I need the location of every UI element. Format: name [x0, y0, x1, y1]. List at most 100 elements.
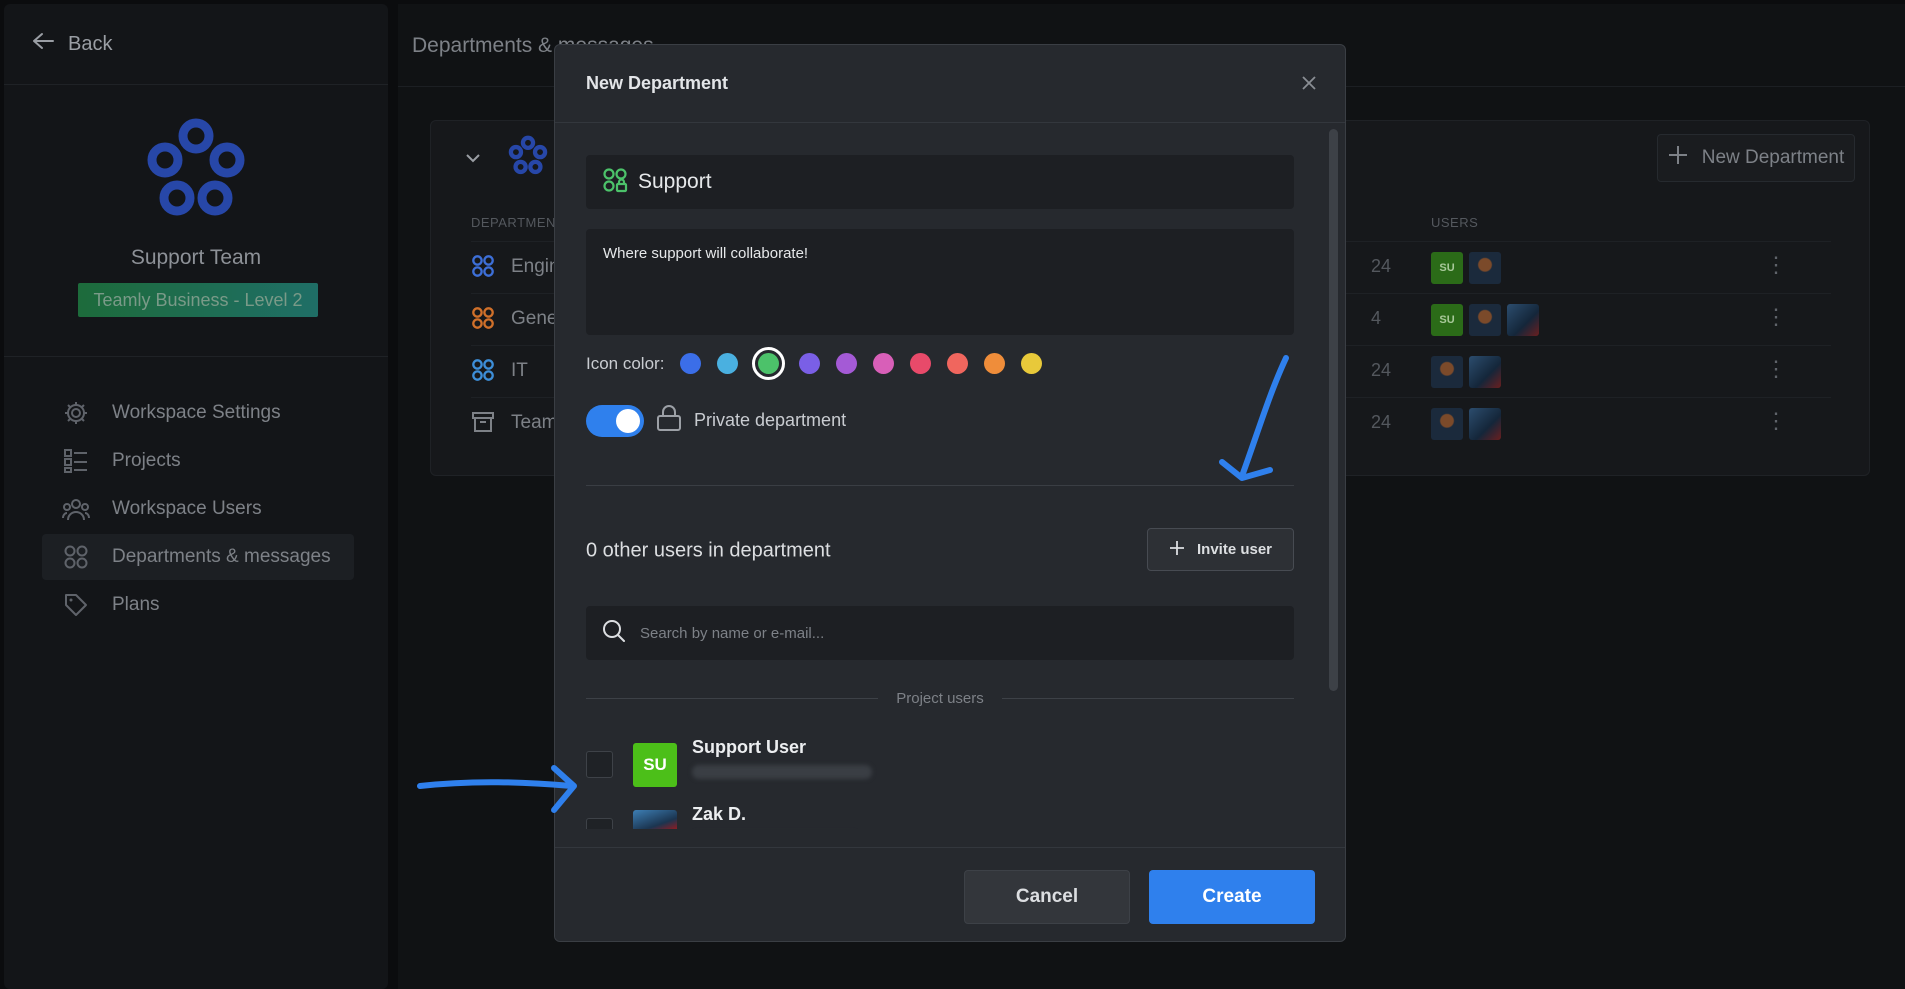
department-icon: [471, 358, 495, 387]
color-swatch-blue[interactable]: [680, 353, 702, 374]
departments-icon: [62, 543, 90, 571]
more-icon[interactable]: ⋮: [1765, 408, 1787, 434]
department-icon: [471, 306, 495, 335]
project-users-header: Project users: [586, 690, 1294, 707]
department-users: SU: [1431, 252, 1501, 284]
create-button[interactable]: Create: [1149, 870, 1315, 924]
department-date: 24: [1371, 256, 1392, 276]
color-swatch-yellow[interactable]: [1021, 353, 1043, 374]
invite-user-label: Invite user: [1196, 541, 1273, 558]
department-users: [1431, 356, 1501, 388]
department-name: IT: [511, 360, 528, 381]
gear-icon: [62, 399, 90, 427]
sidebar-item-workspace-settings[interactable]: Workspace Settings: [42, 390, 354, 436]
color-swatch-orange[interactable]: [984, 353, 1006, 374]
avatar: [1431, 408, 1463, 440]
department-date: 24: [1371, 360, 1392, 380]
department-date: 4: [1371, 308, 1382, 328]
sidebar-nav: Workspace Settings Projects Workspace Us…: [42, 390, 354, 630]
private-department-label: Private department: [694, 410, 847, 430]
avatar: [1469, 252, 1501, 284]
new-department-modal: New Department Support Where support wil…: [554, 44, 1346, 942]
color-swatch-purple[interactable]: [836, 353, 858, 374]
user-name: Support User: [692, 737, 807, 757]
modal-footer: Cancel Create: [555, 847, 1345, 941]
users-icon: [62, 495, 90, 523]
sidebar-item-label: Workspace Settings: [112, 402, 281, 423]
department-icon: [471, 254, 495, 283]
back-label: Back: [68, 32, 113, 55]
avatar: [1431, 356, 1463, 388]
modal-body: Support Where support will collaborate! …: [586, 123, 1294, 829]
avatar: [1469, 304, 1501, 336]
avatar: SU: [1431, 304, 1463, 336]
chevron-down-icon[interactable]: [465, 147, 481, 168]
search-icon: [602, 619, 626, 648]
sidebar-item-label: Plans: [112, 594, 160, 615]
project-users-label: Project users: [896, 690, 984, 707]
divider: [1001, 698, 1294, 699]
more-icon[interactable]: ⋮: [1765, 304, 1787, 330]
close-icon[interactable]: [1295, 69, 1323, 97]
column-header-department: DEPARTMENT: [471, 215, 565, 230]
department-icon: [602, 167, 628, 198]
sidebar-item-workspace-users[interactable]: Workspace Users: [42, 486, 354, 532]
color-swatch-green-selected[interactable]: [752, 347, 786, 380]
department-name-field[interactable]: Support: [586, 155, 1294, 209]
color-swatch-red[interactable]: [947, 353, 969, 374]
color-swatch-rose[interactable]: [910, 353, 932, 374]
divider: [586, 485, 1294, 486]
lock-icon: [656, 404, 682, 437]
department-users: SU: [1431, 304, 1539, 336]
divider: [586, 698, 879, 699]
arrow-left-icon: [32, 32, 54, 56]
tag-icon: [62, 591, 90, 619]
back-button[interactable]: Back: [32, 32, 112, 56]
icon-color-label: Icon color:: [586, 353, 665, 373]
color-swatch-indigo[interactable]: [799, 353, 821, 374]
more-icon[interactable]: ⋮: [1765, 252, 1787, 278]
department-name: Team: [511, 412, 558, 433]
invite-user-button[interactable]: Invite user: [1147, 528, 1294, 571]
column-header-users: USERS: [1431, 215, 1479, 230]
avatar: SU: [633, 743, 677, 787]
modal-scrollbar[interactable]: [1329, 129, 1338, 691]
user-checkbox[interactable]: [586, 818, 613, 829]
color-swatch-light-blue[interactable]: [717, 353, 739, 374]
workspace-name: Support Team: [130, 246, 262, 269]
archive-icon: [471, 410, 495, 439]
plus-icon: [1668, 145, 1688, 171]
more-icon[interactable]: ⋮: [1765, 356, 1787, 382]
avatar: [1469, 356, 1501, 388]
avatar: [1507, 304, 1539, 336]
sidebar-item-label: Workspace Users: [112, 498, 262, 519]
sidebar-item-departments[interactable]: Departments & messages: [42, 534, 354, 580]
projects-icon: [62, 447, 90, 475]
modal-title: New Department: [586, 73, 729, 93]
user-row[interactable]: SU Support User: [586, 737, 1294, 787]
plan-badge: Teamly Business - Level 2: [78, 283, 318, 317]
sidebar-item-label: Departments & messages: [112, 546, 331, 567]
cancel-button[interactable]: Cancel: [964, 870, 1130, 924]
divider: [4, 84, 388, 85]
avatar: [1469, 408, 1501, 440]
department-description-field[interactable]: Where support will collaborate!: [586, 229, 1294, 335]
new-department-button[interactable]: New Department: [1657, 134, 1855, 182]
user-email-blurred: [692, 765, 872, 779]
sidebar-item-projects[interactable]: Projects: [42, 438, 354, 484]
workspace-logo: [142, 116, 250, 229]
avatar: [633, 810, 677, 829]
plus-icon: [1169, 540, 1185, 560]
divider: [4, 356, 388, 357]
sidebar-item-plans[interactable]: Plans: [42, 582, 354, 628]
user-row[interactable]: Zak D.: [586, 804, 1294, 829]
color-swatch-pink[interactable]: [873, 353, 895, 374]
private-department-row: Private department: [586, 404, 846, 437]
sidebar: Back Support Team Teamly Business - Leve…: [4, 4, 388, 989]
new-department-label: New Department: [1701, 147, 1845, 168]
user-checkbox[interactable]: [586, 751, 613, 778]
private-department-toggle[interactable]: [586, 404, 644, 437]
modal-header: New Department: [555, 45, 1345, 123]
user-search[interactable]: [586, 606, 1294, 660]
search-input[interactable]: [640, 624, 1240, 642]
